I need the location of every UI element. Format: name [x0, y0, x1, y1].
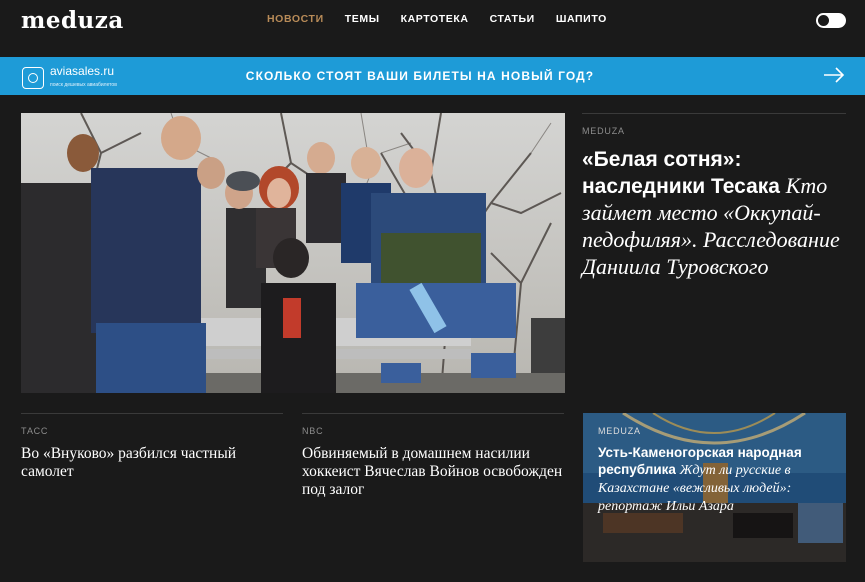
- news-card[interactable]: NBC Обвиняемый в домашнем насилии хоккеи…: [302, 413, 564, 499]
- main-nav: Новости Темы Картотека Статьи Шапито: [267, 13, 628, 25]
- nav-item-articles[interactable]: Статьи: [490, 13, 535, 25]
- toggle-knob: [818, 15, 829, 26]
- dark-mode-toggle[interactable]: [816, 13, 846, 28]
- card-title[interactable]: Обвиняемый в домашнем насилии хоккеист В…: [302, 445, 564, 499]
- news-card[interactable]: ТАСС Во «Внуково» разбился частный самол…: [21, 413, 283, 481]
- nav-item-news[interactable]: Новости: [267, 13, 324, 25]
- feature-headline[interactable]: «Белая сотня»: наследники Тесака Кто зай…: [582, 147, 846, 281]
- site-header: meduza Новости Темы Картотека Статьи Шап…: [0, 0, 865, 57]
- card-source: ТАСС: [21, 426, 49, 436]
- arrow-right-icon[interactable]: [822, 65, 846, 85]
- nav-item-topics[interactable]: Темы: [345, 13, 380, 25]
- feature-source: MEDUZA: [582, 126, 625, 136]
- feature-image[interactable]: [21, 113, 565, 393]
- feature-article[interactable]: MEDUZA «Белая сотня»: наследники Тесака …: [582, 113, 846, 393]
- photo-card-headline[interactable]: Усть-Каменогорская народная республика Ж…: [598, 444, 818, 515]
- nav-item-cards[interactable]: Картотека: [401, 13, 469, 25]
- site-logo[interactable]: meduza: [21, 7, 124, 34]
- ad-banner[interactable]: aviasales.ru поиск дешевых авиабилетов С…: [0, 57, 865, 95]
- photo-card-source: MEDUZA: [598, 426, 641, 436]
- card-title[interactable]: Во «Внуково» разбился частный самолет: [21, 445, 283, 481]
- photo-news-card[interactable]: MEDUZA Усть-Каменогорская народная респу…: [583, 413, 846, 562]
- card-source: NBC: [302, 426, 324, 436]
- feature-title-bold: «Белая сотня»: наследники Тесака: [582, 148, 780, 198]
- nav-item-shapito[interactable]: Шапито: [556, 13, 607, 25]
- banner-text: Сколько стоят ваши билеты на Новый год?: [245, 69, 595, 83]
